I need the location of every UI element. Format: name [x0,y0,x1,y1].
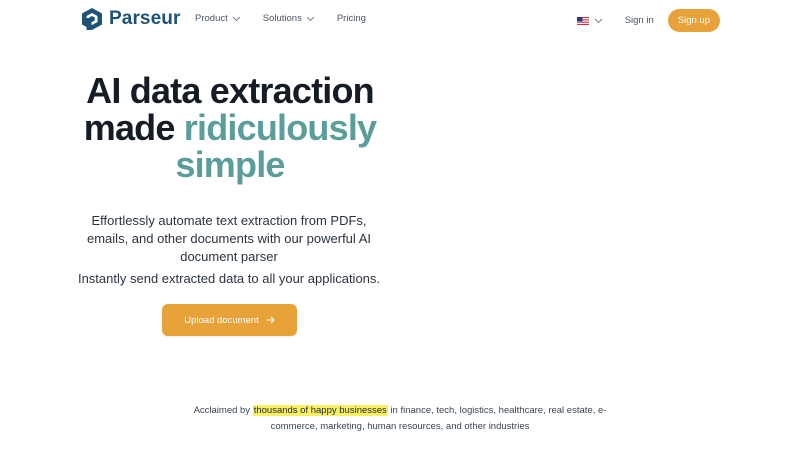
site-header: Parseur Product Solutions Pricing Sign i… [0,0,800,40]
chevron-down-icon [306,16,315,21]
chevron-down-icon [232,16,241,21]
nav-item-pricing[interactable]: Pricing [337,13,366,24]
hero-title: AI data extraction made ridiculously sim… [60,72,400,183]
hero-title-line1: AI data extraction [86,70,374,111]
sign-in-link[interactable]: Sign in [625,15,654,26]
arrow-right-icon [266,316,275,324]
hero-title-line3: simple [175,144,285,185]
nav-item-label: Product [195,13,228,24]
brand-name: Parseur [109,8,181,29]
hero-title-accent: ridiculously [183,107,377,148]
upload-document-button[interactable]: Upload document [162,304,297,336]
nav-item-solutions[interactable]: Solutions [263,13,315,24]
us-flag-icon [576,16,589,25]
sign-up-button[interactable]: Sign up [667,9,720,32]
language-selector[interactable] [576,16,603,25]
nav-item-label: Pricing [336,13,366,24]
header-actions: Sign in Sign up [576,9,720,32]
acclaim-prefix: Acclaimed by [193,405,251,416]
hero-subtext: Instantly send extracted data to all you… [77,271,381,286]
parseur-logo-icon [82,8,102,30]
chevron-down-icon [594,18,603,23]
acclaim-text: Acclaimed by thousands of happy business… [180,403,620,435]
acclaim-highlight: thousands of happy businesses [252,405,388,416]
hero-description: Effortlessly automate text extraction fr… [87,213,371,264]
upload-button-label: Upload document [184,314,259,326]
hero-title-line2: made [83,107,176,148]
nav-item-product[interactable]: Product [195,13,241,24]
nav-item-label: Solutions [262,13,302,24]
main-nav: Product Solutions Pricing [195,13,388,24]
brand-logo[interactable]: Parseur [81,7,180,31]
